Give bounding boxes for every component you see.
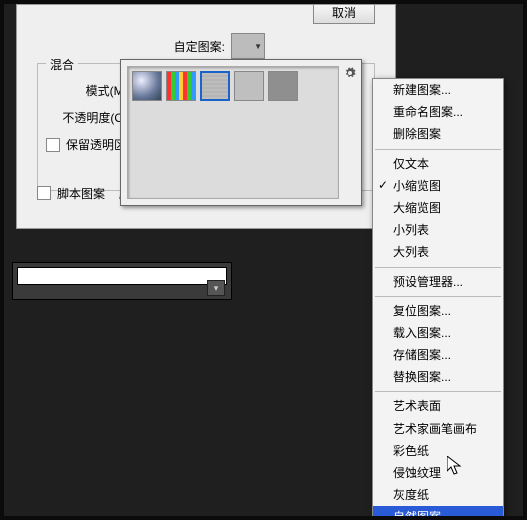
chevron-down-icon: ▼ (254, 42, 262, 51)
preserve-transparency-checkbox[interactable] (46, 138, 60, 152)
menu-item[interactable]: 大缩览图 (373, 197, 503, 219)
menu-item[interactable]: 自然图案 (373, 506, 503, 520)
check-icon: ✓ (378, 177, 388, 193)
gear-icon[interactable] (343, 66, 357, 80)
menu-item[interactable]: 小缩览图✓ (373, 175, 503, 197)
menu-separator (375, 391, 501, 392)
menu-item[interactable]: 彩色纸 (373, 440, 503, 462)
menu-separator (375, 296, 501, 297)
script-pattern-label: 脚本图案 (57, 185, 105, 202)
pattern-grid (127, 66, 339, 199)
menu-item[interactable]: 替换图案... (373, 366, 503, 388)
menu-item[interactable]: 小列表 (373, 219, 503, 241)
custom-pattern-label: 自定图案: (174, 38, 225, 55)
pattern-picker-popup (120, 59, 362, 206)
secondary-panel-field[interactable] (17, 267, 227, 285)
secondary-panel-dropdown[interactable]: ▾ (207, 280, 225, 296)
menu-item[interactable]: 仅文本 (373, 153, 503, 175)
menu-separator (375, 267, 501, 268)
blend-legend: 混合 (46, 56, 78, 73)
script-pattern-checkbox[interactable] (37, 186, 51, 200)
menu-item[interactable]: 灰度纸 (373, 484, 503, 506)
opacity-label: 不透明度(O): (46, 109, 131, 126)
screenshot-frame: 取消 自定图案: ▼ 混合 模式(M): 不透明度(O): 保留透明区 (0, 0, 527, 520)
cancel-button[interactable]: 取消 (313, 5, 375, 24)
pattern-thumb[interactable] (132, 71, 162, 101)
pattern-thumb[interactable] (268, 71, 298, 101)
mode-label: 模式(M): (46, 82, 131, 99)
preserve-transparency-label: 保留透明区 (66, 136, 126, 153)
pattern-thumb[interactable] (234, 71, 264, 101)
menu-item[interactable]: 载入图案... (373, 322, 503, 344)
custom-pattern-picker[interactable]: ▼ (231, 33, 265, 59)
menu-item[interactable]: 艺术家画笔画布 (373, 418, 503, 440)
pattern-thumb-selected[interactable] (200, 71, 230, 101)
secondary-panel: ▾ (12, 262, 232, 300)
pattern-thumb[interactable] (166, 71, 196, 101)
menu-item[interactable]: 艺术表面 (373, 395, 503, 417)
menu-item[interactable]: 重命名图案... (373, 101, 503, 123)
menu-item[interactable]: 预设管理器... (373, 271, 503, 293)
pattern-flyout-menu: 新建图案...重命名图案...删除图案仅文本小缩览图✓大缩览图小列表大列表预设管… (372, 78, 504, 520)
menu-item[interactable]: 存储图案... (373, 344, 503, 366)
menu-item[interactable]: 大列表 (373, 241, 503, 263)
menu-item[interactable]: 新建图案... (373, 79, 503, 101)
menu-item[interactable]: 复位图案... (373, 300, 503, 322)
menu-item[interactable]: 删除图案 (373, 123, 503, 145)
menu-separator (375, 149, 501, 150)
menu-item[interactable]: 侵蚀纹理 (373, 462, 503, 484)
